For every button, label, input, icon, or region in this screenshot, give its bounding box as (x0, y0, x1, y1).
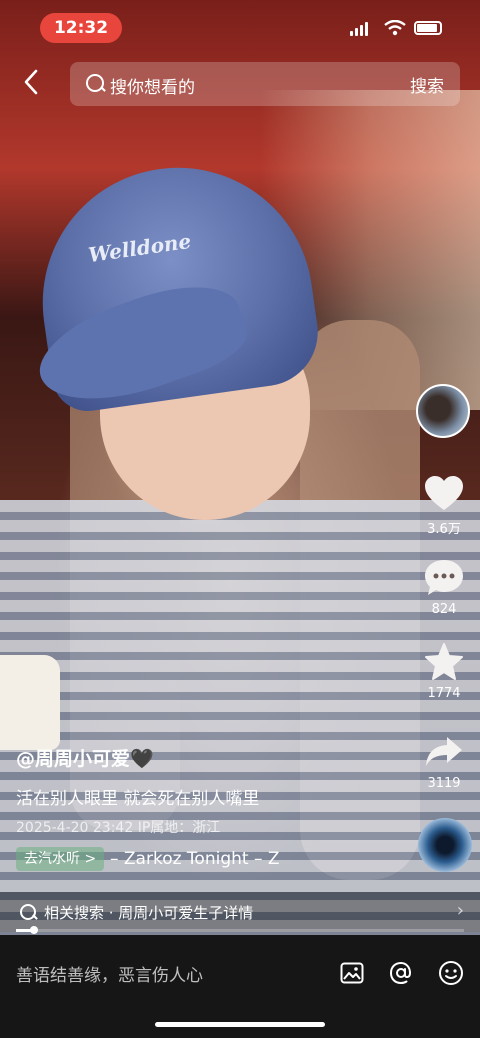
related-search-text: 相关搜索 · 周周小可爱生子详情 (44, 904, 254, 922)
battery-icon (414, 21, 442, 35)
share-button[interactable]: 3119 (420, 730, 468, 791)
chevron-right-icon: › (456, 900, 464, 921)
like-button[interactable]: 3.6万 (420, 472, 468, 537)
search-bar[interactable]: 搜你想看的 搜索 (70, 62, 460, 106)
post-caption: 活在别人眼里 就会死在别人嘴里 (16, 789, 260, 809)
share-count: 3119 (427, 776, 461, 791)
related-search-bar[interactable]: 相关搜索 · 周周小可爱生子详情 › (0, 892, 480, 932)
open-music-app-button[interactable]: 去汽水听 > (16, 847, 105, 871)
home-indicator[interactable] (155, 1022, 325, 1027)
favorite-button[interactable]: 1774 (420, 640, 468, 701)
search-icon (86, 74, 104, 92)
back-button[interactable] (14, 66, 48, 106)
drink-cup (0, 655, 60, 750)
author-name[interactable]: @周周小可爱🖤 (16, 744, 154, 771)
comment-bar: 善语结善缘，恶言伤人心 (0, 935, 480, 1038)
music-marquee[interactable]: – Zarkoz Tonight – Z (110, 849, 305, 869)
status-bar: 12:32 (0, 0, 480, 54)
image-icon[interactable] (338, 959, 366, 987)
comment-count: 824 (431, 602, 457, 617)
post-date: 2025-4-20 23:42 (16, 820, 134, 836)
signal-icon (350, 22, 368, 36)
music-disc[interactable] (418, 818, 472, 872)
wifi-icon (384, 19, 406, 40)
search-icon (20, 904, 36, 920)
share-arrow-icon (426, 737, 462, 766)
emoji-icon[interactable] (437, 959, 465, 987)
video-progress-bar[interactable] (16, 926, 464, 934)
author-avatar[interactable] (416, 384, 470, 438)
post-location: IP属地：浙江 (137, 820, 221, 836)
comment-button[interactable]: 824 (420, 556, 468, 617)
search-placeholder: 搜你想看的 (110, 78, 195, 98)
search-button[interactable]: 搜索 (410, 72, 444, 97)
status-time: 12:32 (40, 13, 122, 43)
mention-icon[interactable] (387, 959, 415, 987)
star-icon (425, 643, 463, 680)
like-count: 3.6万 (427, 522, 461, 537)
progress-handle[interactable] (29, 926, 38, 934)
chevron-left-icon (24, 69, 38, 95)
comment-input[interactable]: 善语结善缘，恶言伤人心 (16, 961, 203, 986)
comment-icon (425, 560, 463, 595)
heart-icon (425, 476, 463, 510)
favorite-count: 1774 (427, 686, 461, 701)
post-meta: 2025-4-20 23:42 IP属地：浙江 (16, 817, 220, 837)
